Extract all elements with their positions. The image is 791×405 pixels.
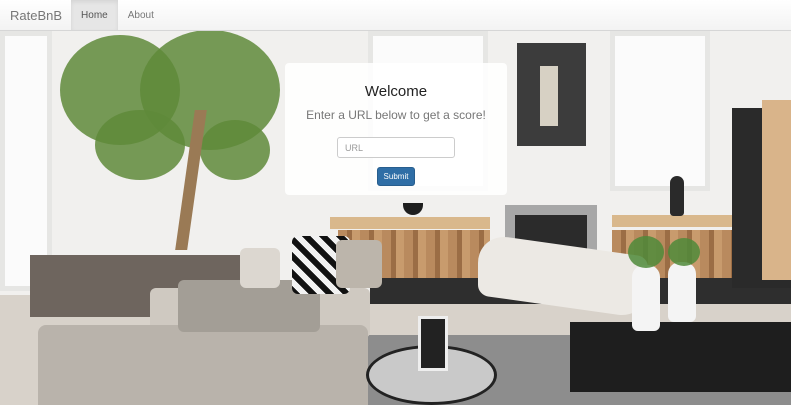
- tree-foliage: [95, 110, 185, 180]
- vase: [668, 262, 696, 322]
- navbar: RateBnB Home About: [0, 0, 791, 31]
- tree-foliage: [200, 120, 270, 180]
- window-left: [0, 31, 52, 291]
- plant: [668, 238, 700, 266]
- nav-about[interactable]: About: [118, 0, 164, 30]
- wood-panel: [762, 100, 791, 280]
- mantel-right: [612, 215, 732, 227]
- plant: [628, 236, 664, 268]
- nav-home[interactable]: Home: [71, 0, 118, 30]
- brand-link[interactable]: RateBnB: [0, 0, 71, 30]
- lantern: [418, 316, 448, 371]
- pillow: [336, 240, 382, 288]
- submit-button[interactable]: Submit: [376, 167, 416, 186]
- sofa: [38, 325, 368, 405]
- welcome-subtitle: Enter a URL below to get a score!: [306, 108, 486, 122]
- welcome-title: Welcome: [364, 83, 428, 100]
- window-right: [610, 31, 710, 191]
- welcome-card: Welcome Enter a URL below to get a score…: [285, 63, 507, 195]
- coffee-table: [570, 322, 791, 392]
- vase: [632, 265, 660, 331]
- url-input[interactable]: [337, 137, 455, 158]
- black-vase: [670, 176, 684, 216]
- mantel-left: [330, 217, 490, 229]
- background-living-room-photo: [0, 0, 791, 405]
- pillow: [240, 248, 280, 288]
- painting-detail: [540, 66, 558, 126]
